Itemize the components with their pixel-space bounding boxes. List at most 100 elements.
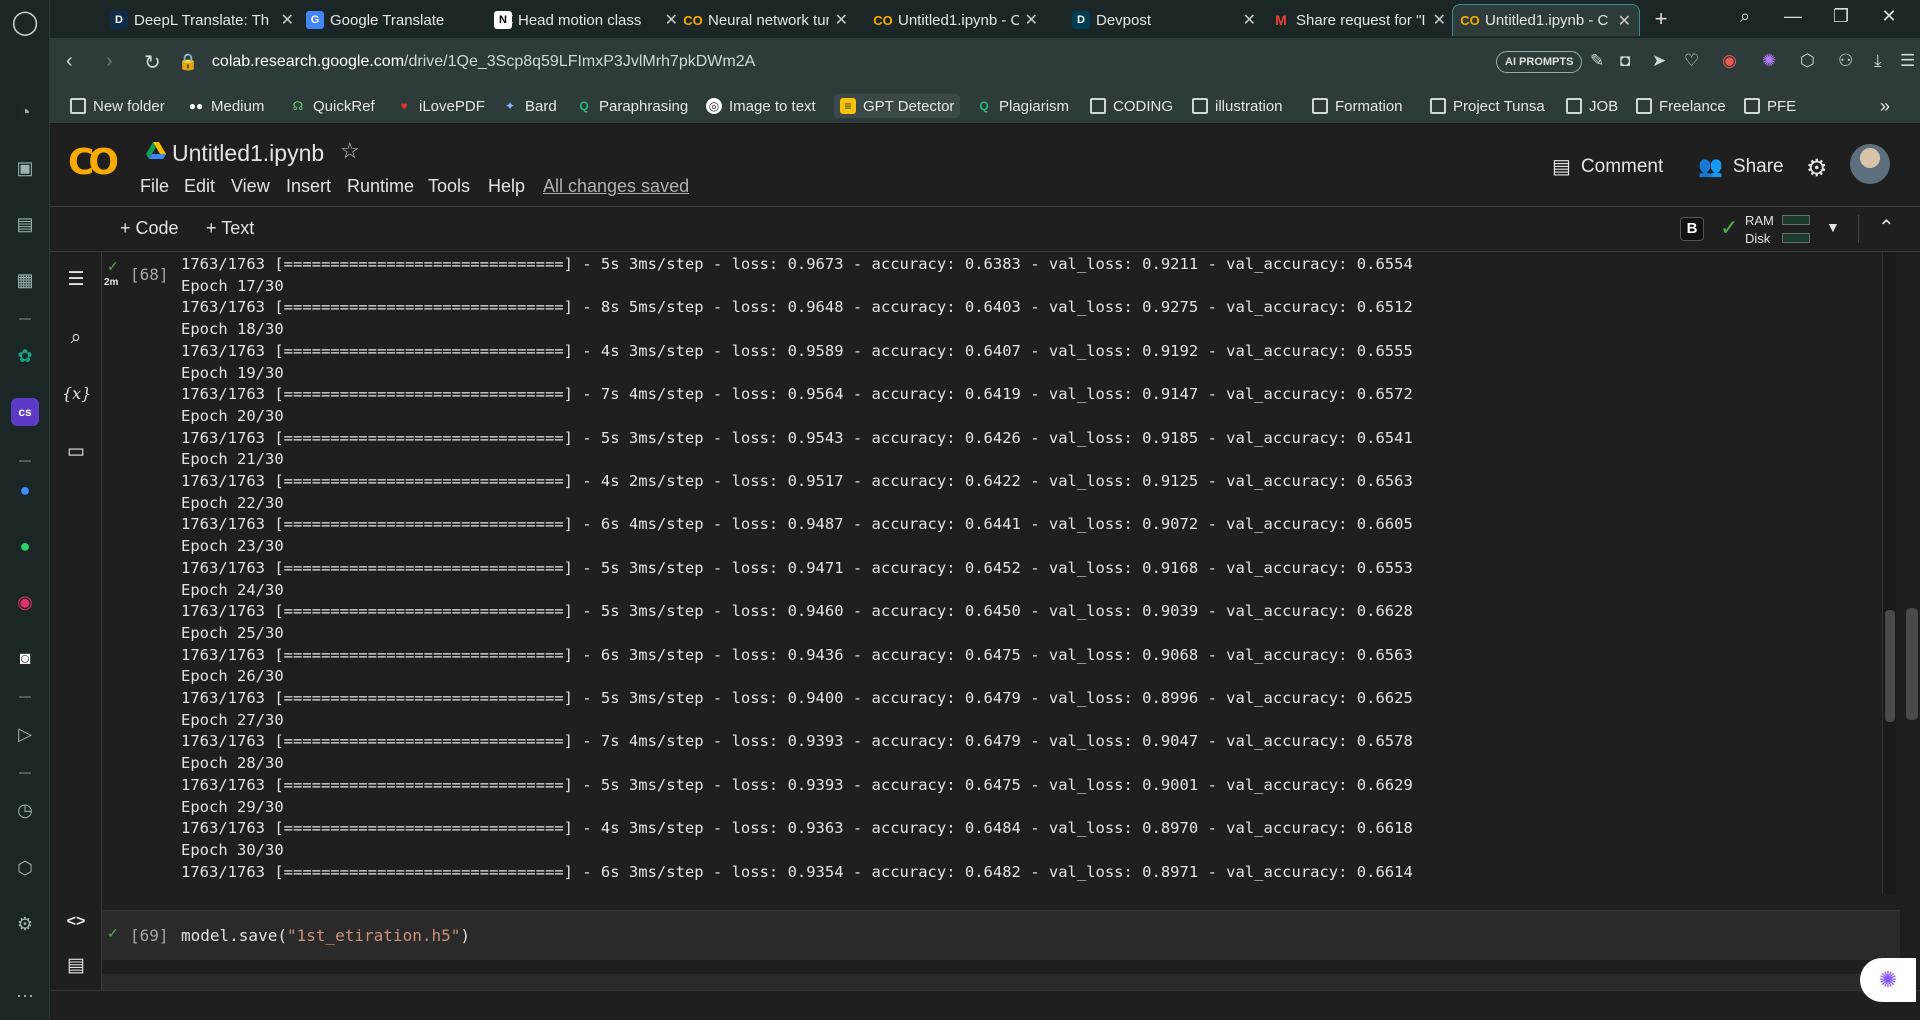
close-window-icon[interactable]: ✕ bbox=[1876, 6, 1902, 27]
connected-check-icon[interactable]: ✓ bbox=[1720, 215, 1738, 241]
tab-gmail-share[interactable]: M Share request for "I ✕ bbox=[1264, 4, 1454, 36]
save-status[interactable]: All changes saved bbox=[543, 176, 689, 197]
edit-icon[interactable]: ✎ bbox=[1590, 51, 1604, 71]
page-scrollbar-thumb[interactable] bbox=[1906, 608, 1918, 720]
player-icon[interactable]: ▷ bbox=[11, 720, 39, 748]
code-editor[interactable]: model.save("1st_etiration.h5") bbox=[181, 926, 470, 945]
add-text-button[interactable]: + Text bbox=[206, 218, 254, 239]
add-code-button[interactable]: + Code bbox=[120, 218, 179, 239]
menu-icon[interactable]: ☰ bbox=[1900, 51, 1915, 71]
bookmark-image-to-text[interactable]: ◎ Image to text bbox=[706, 94, 816, 118]
bookmark-project-tunsa[interactable]: Project Tunsa bbox=[1430, 94, 1545, 118]
menu-insert[interactable]: Insert bbox=[286, 176, 331, 197]
settings-gear-icon[interactable]: ⚙ bbox=[1806, 154, 1828, 183]
menu-tools[interactable]: Tools bbox=[428, 176, 470, 197]
share-button[interactable]: 👥 Share bbox=[1698, 154, 1784, 179]
collapse-icon[interactable]: ⌃ bbox=[1878, 215, 1895, 240]
cs-app-icon[interactable]: cs bbox=[11, 398, 39, 426]
tab-untitled1-active[interactable]: CO Untitled1.ipynb - C ✕ bbox=[1452, 4, 1640, 36]
tab-notion[interactable]: N Head motion class ✕ bbox=[486, 4, 686, 36]
bookmark-freelance[interactable]: Freelance bbox=[1636, 94, 1726, 118]
tab-untitled1-a[interactable]: CO Untitled1.ipynb - C ✕ bbox=[866, 4, 1046, 36]
url-field[interactable]: 🔒 colab.research.google.com/drive/1Qe_3S… bbox=[178, 44, 1518, 80]
menu-file[interactable]: File bbox=[140, 176, 169, 197]
bookmark-bard[interactable]: ✦ Bard bbox=[502, 94, 557, 118]
history-icon[interactable]: ◷ bbox=[11, 796, 39, 824]
chatgpt-icon[interactable]: ✿ bbox=[11, 342, 39, 370]
bookmark-plagiarism[interactable]: Q Plagiarism bbox=[976, 94, 1069, 118]
b-badge[interactable]: B bbox=[1680, 217, 1704, 241]
messenger-icon[interactable]: ● bbox=[11, 476, 39, 504]
bookmark-coding[interactable]: CODING bbox=[1090, 94, 1173, 118]
menu-runtime[interactable]: Runtime bbox=[347, 176, 414, 197]
tab-devpost[interactable]: D Devpost ✕ bbox=[1064, 4, 1264, 36]
more-icon[interactable]: ⋯ bbox=[11, 982, 39, 1010]
page-scrollbar[interactable] bbox=[1904, 252, 1920, 990]
bookmark-new-folder[interactable]: New folder bbox=[70, 94, 165, 118]
ai-assistant-fab-icon[interactable]: ✺ bbox=[1860, 958, 1916, 1002]
command-palette-icon[interactable]: ▤ bbox=[62, 952, 90, 980]
whatsapp-icon[interactable]: ● bbox=[11, 532, 39, 560]
ram-meter[interactable] bbox=[1782, 215, 1810, 225]
forward-icon[interactable]: › bbox=[106, 50, 113, 73]
twitch-icon[interactable]: ▤ bbox=[11, 210, 39, 238]
output-cell[interactable]: ✓ 2m [68] 1763/1763 [===================… bbox=[102, 252, 1900, 894]
avatar[interactable] bbox=[1850, 144, 1890, 184]
speed-dial-icon[interactable]: ◔ bbox=[11, 98, 39, 126]
menu-edit[interactable]: Edit bbox=[184, 176, 215, 197]
bookmark-paraphrasing[interactable]: Q Paraphrasing bbox=[576, 94, 688, 118]
ai-brain-icon[interactable]: ✺ bbox=[1762, 51, 1776, 71]
close-icon[interactable]: ✕ bbox=[1433, 10, 1446, 30]
discord-icon[interactable]: ◙ bbox=[11, 644, 39, 672]
bookmark-quickref[interactable]: ☊ QuickRef bbox=[290, 94, 375, 118]
settings-icon[interactable]: ⚙ bbox=[11, 910, 39, 938]
download-icon[interactable]: ⤓ bbox=[1874, 51, 1882, 71]
reload-icon[interactable]: ↻ bbox=[144, 50, 161, 75]
bookmark-medium[interactable]: ●● Medium bbox=[188, 94, 265, 118]
close-icon[interactable]: ✕ bbox=[1618, 11, 1631, 31]
new-tab-icon[interactable]: + bbox=[1648, 6, 1674, 32]
files-icon[interactable]: ▭ bbox=[62, 438, 90, 466]
restore-icon[interactable]: ❐ bbox=[1828, 6, 1854, 27]
colab-logo[interactable]: CO bbox=[68, 142, 119, 183]
code-snippets-icon[interactable]: <> bbox=[62, 908, 90, 936]
heart-icon[interactable]: ♡ bbox=[1684, 51, 1699, 71]
bookmark-job[interactable]: JOB bbox=[1566, 94, 1618, 118]
camera-icon[interactable]: ◘ bbox=[1620, 51, 1630, 71]
output-scrollbar-thumb[interactable] bbox=[1885, 610, 1895, 722]
tab-deepl[interactable]: D DeepL Translate: Th ✕ bbox=[102, 4, 302, 36]
back-icon[interactable]: ‹ bbox=[66, 50, 73, 73]
table-of-contents-icon[interactable]: ☰ bbox=[62, 266, 90, 294]
notebook-title[interactable]: Untitled1.ipynb bbox=[172, 140, 324, 167]
menu-help[interactable]: Help bbox=[488, 176, 525, 197]
next-cell[interactable] bbox=[102, 974, 1900, 990]
bookmark-ilovepdf[interactable]: ♥ iLovePDF bbox=[396, 94, 484, 118]
workspaces-icon[interactable]: ▣ bbox=[11, 154, 39, 182]
extension-color-icon[interactable]: ◉ bbox=[1722, 51, 1737, 71]
extensions-icon[interactable]: ⬡ bbox=[11, 854, 39, 882]
search-icon[interactable]: ⌕ bbox=[62, 324, 90, 352]
instagram-icon[interactable]: ◉ bbox=[11, 588, 39, 616]
variables-icon[interactable]: {x} bbox=[62, 380, 91, 408]
code-cell[interactable]: ✓ [69] model.save("1st_etiration.h5") bbox=[102, 910, 1900, 960]
search-tabs-icon[interactable]: ⌕ bbox=[1732, 6, 1758, 27]
opera-logo-icon[interactable]: ◯ bbox=[11, 8, 39, 36]
bookmark-gpt-detector[interactable]: ≡ GPT Detector bbox=[834, 94, 961, 118]
send-icon[interactable]: ➤ bbox=[1652, 51, 1666, 71]
star-icon[interactable]: ☆ bbox=[340, 138, 360, 164]
output-scrollbar[interactable] bbox=[1882, 252, 1896, 894]
profile-icon[interactable]: ⚇ bbox=[1838, 51, 1853, 71]
minimize-icon[interactable]: — bbox=[1780, 6, 1806, 27]
close-icon[interactable]: ✕ bbox=[281, 10, 294, 30]
more-bookmarks-icon[interactable]: » bbox=[1880, 94, 1890, 118]
disk-meter[interactable] bbox=[1782, 233, 1810, 243]
bookmark-formation[interactable]: Formation bbox=[1312, 94, 1403, 118]
comment-button[interactable]: ▤ Comment bbox=[1552, 154, 1663, 179]
ai-tool-icon[interactable]: ▦ bbox=[11, 266, 39, 294]
ai-prompts-button[interactable]: AI PROMPTS bbox=[1496, 51, 1583, 73]
bookmark-pfe[interactable]: PFE bbox=[1744, 94, 1796, 118]
close-icon[interactable]: ✕ bbox=[1025, 10, 1038, 30]
close-icon[interactable]: ✕ bbox=[1243, 10, 1256, 30]
tab-neural-network[interactable]: CO Neural network tur ✕ bbox=[676, 4, 856, 36]
chevron-down-icon[interactable]: ▼ bbox=[1826, 219, 1840, 235]
